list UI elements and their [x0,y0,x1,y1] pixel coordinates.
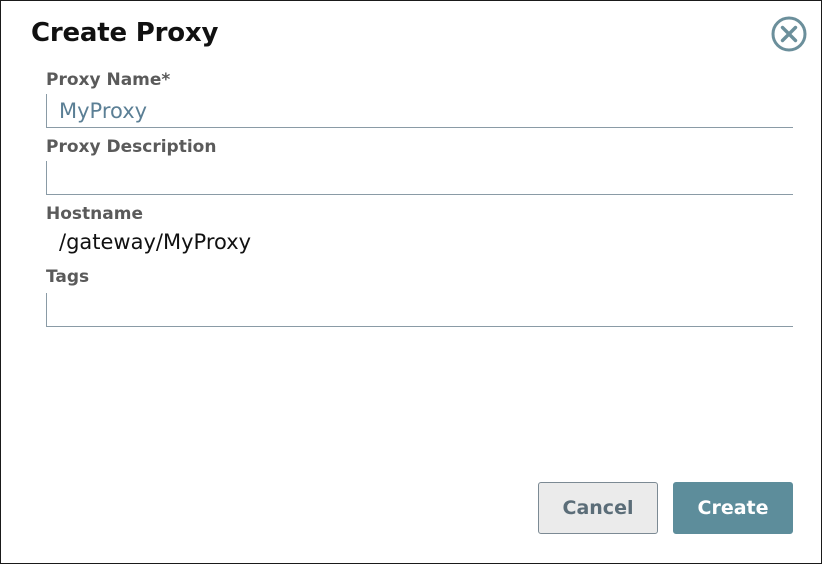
create-button[interactable]: Create [673,482,793,534]
proxy-description-input[interactable] [46,161,793,195]
cancel-button[interactable]: Cancel [538,482,658,534]
hostname-value: /gateway/MyProxy [59,230,252,254]
proxy-name-label: Proxy Name* [46,70,171,90]
proxy-description-label: Proxy Description [46,137,217,157]
hostname-label: Hostname [46,204,143,224]
close-button[interactable] [771,16,807,52]
dialog-title: Create Proxy [31,18,219,48]
proxy-name-input[interactable] [46,94,793,128]
tags-input[interactable] [46,293,793,327]
create-proxy-dialog: Create Proxy Proxy Name* Proxy Descripti… [0,0,822,564]
close-circle-icon [771,16,807,52]
tags-label: Tags [46,267,90,287]
